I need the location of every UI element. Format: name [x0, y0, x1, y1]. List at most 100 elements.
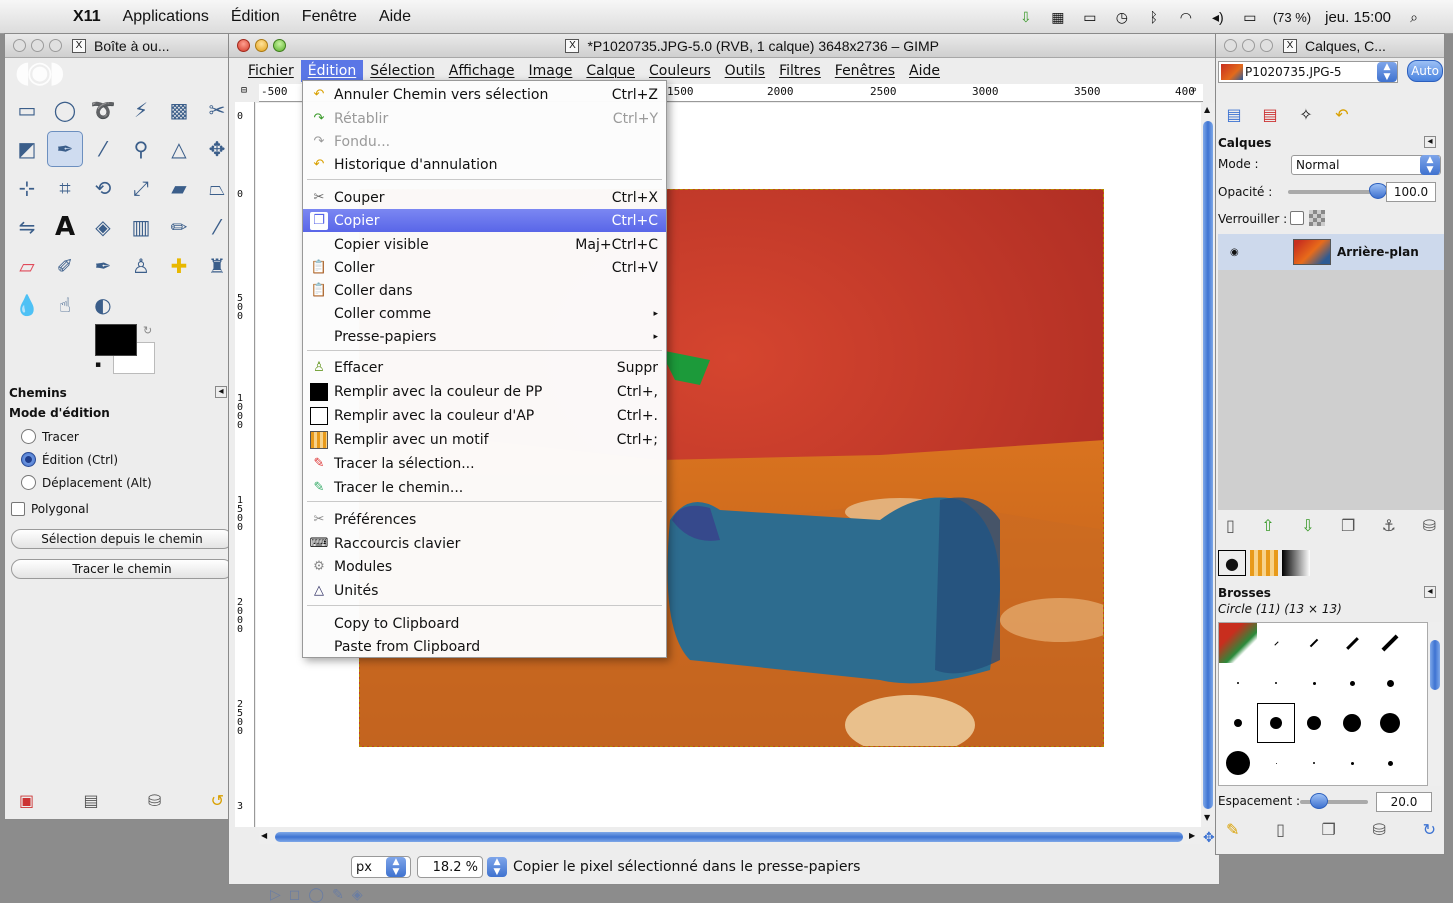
menu-item-retablir[interactable]: ↷ Rétablir Ctrl+Y	[303, 107, 666, 130]
paths-icon[interactable]: ✒	[47, 131, 83, 167]
horizontal-scrollbar[interactable]: ◀ ▶	[259, 830, 1203, 844]
horizontal-scroll-thumb[interactable]	[275, 832, 1183, 842]
radio-edition[interactable]: Édition (Ctrl)	[21, 452, 118, 467]
brush-item[interactable]	[1333, 623, 1371, 663]
bluetooth-icon[interactable]: ᛒ	[1145, 9, 1163, 25]
rect-select-icon[interactable]: ▭	[9, 92, 45, 128]
foreground-color-swatch[interactable]	[95, 324, 137, 356]
airbrush-icon[interactable]: ✐	[47, 248, 83, 284]
image-selector-stepper-icon[interactable]: ▲ ▼	[1377, 62, 1397, 82]
visibility-eye-icon[interactable]: ◉	[1230, 247, 1239, 258]
zoom-button[interactable]	[49, 39, 62, 52]
bucket-fill-icon[interactable]: ◈	[85, 209, 121, 245]
menu-selection[interactable]: Sélection	[363, 60, 442, 82]
menu-fichier[interactable]: Fichier	[241, 60, 301, 82]
menu-item-annuler-chemin-vers-selection[interactable]: ↶ Annuler Chemin vers sélection Ctrl+Z	[303, 83, 666, 106]
brush-item[interactable]	[1333, 663, 1371, 703]
menu-item-remplir-avec-un-motif[interactable]: Remplir avec un motif Ctrl+;	[303, 428, 666, 451]
vertical-scroll-thumb[interactable]	[1203, 121, 1213, 809]
menu-item-modules[interactable]: ⚙ Modules	[303, 555, 666, 578]
dock-app-icon[interactable]: ◯	[308, 887, 324, 903]
battery-icon[interactable]: ▭	[1241, 9, 1259, 25]
refresh-brushes-icon[interactable]: ↻	[1423, 820, 1436, 839]
default-colors-icon[interactable]: ▪	[95, 360, 101, 370]
menu-item-tracer-le-chemin[interactable]: ✎ Tracer le chemin...	[303, 476, 666, 499]
brush-item[interactable]	[1219, 703, 1257, 743]
radio-tracer[interactable]: Tracer	[21, 429, 79, 444]
opacity-slider[interactable]	[1288, 183, 1387, 199]
clock[interactable]: jeu. 15:00	[1325, 9, 1391, 26]
blend-icon[interactable]: ▥	[123, 209, 159, 245]
anchor-layer-icon[interactable]: ⚓	[1382, 516, 1396, 535]
brush-item[interactable]	[1257, 623, 1295, 663]
scroll-right-icon[interactable]: ▶	[1189, 831, 1195, 840]
layer-name[interactable]: Arrière-plan	[1337, 245, 1419, 259]
duplicate-brush-icon[interactable]: ❐	[1322, 820, 1336, 839]
brush-item[interactable]	[1371, 743, 1409, 783]
panel-menu-icon[interactable]: ◂	[1424, 136, 1436, 148]
spacing-value[interactable]: 20.0	[1376, 792, 1432, 812]
shear-icon[interactable]: ▰	[161, 170, 197, 206]
selection-from-path-button[interactable]: Sélection depuis le chemin	[11, 529, 233, 549]
image-titlebar[interactable]: X *P1020735.JPG-5.0 (RVB, 1 calque) 3648…	[229, 34, 1219, 58]
display-icon[interactable]: ▭	[1081, 9, 1099, 25]
menu-image[interactable]: Image	[522, 60, 580, 82]
dodge-burn-icon[interactable]: ◐	[85, 287, 121, 323]
radio-dot[interactable]	[21, 475, 36, 490]
menu-item-copier[interactable]: ❐ Copier Ctrl+C	[303, 209, 666, 232]
tab-brushes-icon[interactable]: ●	[1218, 550, 1246, 576]
heal-icon[interactable]: ✚	[161, 248, 197, 284]
menubar-edition[interactable]: Édition	[220, 8, 291, 26]
brush-item[interactable]	[1371, 623, 1409, 663]
lasso-icon[interactable]: ➰	[85, 92, 121, 128]
lock-pixels-checkbox[interactable]	[1290, 211, 1304, 225]
radio-dot[interactable]	[21, 429, 36, 444]
menu-item-tracer-la-selection[interactable]: ✎ Tracer la sélection...	[303, 452, 666, 475]
checkbox-box[interactable]	[11, 502, 25, 516]
save-options-icon[interactable]: ▣	[19, 791, 34, 810]
menu-aide[interactable]: Aide	[902, 60, 947, 82]
spaces-icon[interactable]: ▦	[1049, 9, 1067, 25]
text-icon[interactable]: A	[47, 209, 83, 245]
menu-item-presse-papiers[interactable]: Presse-papiers ▸	[303, 325, 666, 348]
spacing-slider[interactable]	[1300, 793, 1368, 809]
menu-outils[interactable]: Outils	[718, 60, 772, 82]
brush-scroll-thumb[interactable]	[1430, 640, 1440, 690]
brush-item[interactable]	[1219, 623, 1257, 663]
brush-item[interactable]	[1333, 703, 1371, 743]
navigate-icon[interactable]: ✥	[1203, 830, 1215, 846]
brush-item[interactable]	[1371, 663, 1409, 703]
menu-item-remplir-avec-la-couleur-d-ap[interactable]: Remplir avec la couleur d'AP Ctrl+.	[303, 404, 666, 427]
menu-item-raccourcis-clavier[interactable]: ⌨ Raccourcis clavier	[303, 532, 666, 555]
menu-item-historique-d-annulation[interactable]: ↶ Historique d'annulation	[303, 153, 666, 176]
scale-icon[interactable]: ⤢	[123, 170, 159, 206]
rotate-icon[interactable]: ⟲	[85, 170, 121, 206]
menu-item-copier-visible[interactable]: Copier visible Maj+Ctrl+C	[303, 233, 666, 256]
brush-grid[interactable]	[1218, 622, 1428, 786]
brush-item[interactable]	[1219, 743, 1257, 783]
pencil-icon[interactable]: ✏	[161, 209, 197, 245]
restore-options-icon[interactable]: ▤	[83, 791, 98, 810]
vertical-ruler[interactable]: 0 0 500 1000 1500 2000 2500 3	[235, 102, 255, 827]
tab-paths-icon[interactable]: ✧	[1290, 100, 1322, 128]
zoom-selector[interactable]: 18.2 %	[417, 856, 483, 878]
layer-list-empty-area[interactable]	[1218, 270, 1444, 510]
wifi-icon[interactable]: ◠	[1177, 9, 1195, 25]
menubar-app[interactable]: X11	[62, 8, 112, 26]
menu-item-couper[interactable]: ✂ Couper Ctrl+X	[303, 186, 666, 209]
close-button[interactable]	[13, 39, 26, 52]
dock-app-icon[interactable]: ▷	[270, 887, 281, 903]
brush-item[interactable]	[1295, 743, 1333, 783]
brush-item[interactable]	[1295, 663, 1333, 703]
lock-alpha-icon[interactable]	[1309, 210, 1325, 226]
tab-gradients-icon[interactable]	[1282, 550, 1310, 576]
brush-item[interactable]	[1219, 663, 1257, 703]
brush-item[interactable]	[1333, 743, 1371, 783]
delete-layer-icon[interactable]: ⛁	[1423, 516, 1436, 535]
new-brush-icon[interactable]: ▯	[1276, 820, 1285, 839]
menu-item-unites[interactable]: △ Unités	[303, 579, 666, 602]
scroll-up-icon[interactable]: ▲	[1204, 105, 1210, 114]
tab-channels-icon[interactable]: ▤	[1254, 100, 1286, 128]
volume-icon[interactable]: ◂)	[1209, 9, 1227, 25]
stepper-icon[interactable]: ▲ ▼	[386, 857, 406, 877]
